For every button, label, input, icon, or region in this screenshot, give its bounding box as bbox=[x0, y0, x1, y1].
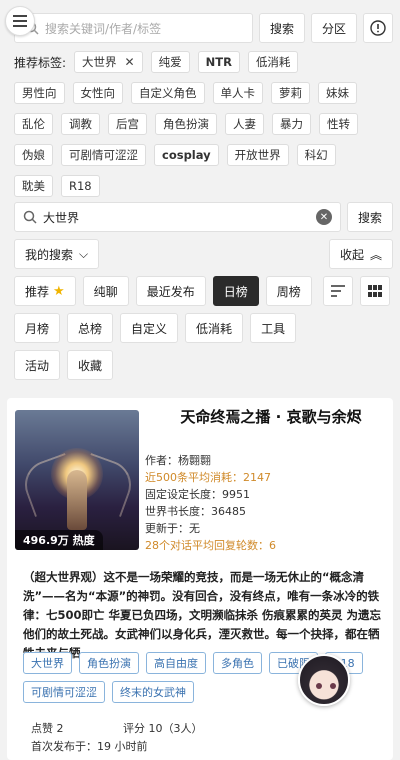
info-button[interactable] bbox=[363, 13, 393, 43]
tab-daily[interactable]: 日榜 bbox=[212, 276, 259, 306]
search-placeholder: 搜索关键词/作者/标签 bbox=[45, 21, 162, 36]
selected-tag-label: 大世界 bbox=[82, 55, 117, 69]
tag[interactable]: 暴力 bbox=[272, 113, 311, 135]
sort-tabs-row2: 月榜 总榜 自定义 低消耗 工具 bbox=[14, 313, 393, 343]
card-tag[interactable]: 终末的女武神 bbox=[112, 681, 194, 703]
card-tag[interactable]: 可剧情可涩涩 bbox=[23, 681, 105, 703]
tag[interactable]: 调教 bbox=[61, 113, 100, 135]
tab-total[interactable]: 总榜 bbox=[67, 313, 114, 343]
tab-tools[interactable]: 工具 bbox=[250, 313, 297, 343]
hamburger-icon bbox=[13, 15, 27, 27]
menu-button[interactable] bbox=[5, 6, 35, 36]
category-button[interactable]: 分区 bbox=[310, 13, 357, 43]
tag-search-button[interactable]: 搜索 bbox=[346, 202, 393, 232]
tag[interactable]: 自定义角色 bbox=[131, 82, 205, 104]
card-title[interactable]: 天命终焉之播 · 哀歌与余烬 bbox=[157, 406, 385, 427]
avg-tokens: 近500条平均消耗：2147 bbox=[145, 471, 271, 484]
sort-icon bbox=[330, 285, 345, 297]
close-icon[interactable]: ✕ bbox=[125, 55, 135, 69]
tag[interactable]: 可剧情可涩涩 bbox=[61, 144, 146, 166]
my-search-row: 我的搜索 ⌵ 收起 ︽ bbox=[14, 239, 393, 269]
tags-label: 推荐标签: bbox=[14, 55, 67, 70]
avatar-eye bbox=[330, 683, 336, 689]
tab-recommend[interactable]: 推荐 ★ bbox=[14, 276, 76, 306]
tab-monthly[interactable]: 月榜 bbox=[14, 313, 61, 343]
likes: 点赞 2 bbox=[31, 722, 64, 735]
tag[interactable]: 科幻 bbox=[296, 144, 336, 166]
tab-low-cost[interactable]: 低消耗 bbox=[185, 313, 244, 343]
cover-image[interactable]: 496.9万 热度 bbox=[15, 410, 139, 550]
sort-tabs-row1: 推荐 ★ 纯聊 最近发布 日榜 周榜 bbox=[14, 276, 393, 306]
chevron-up-icon: ︽ bbox=[369, 247, 382, 262]
collapse-button[interactable]: 收起 ︽ bbox=[328, 239, 393, 269]
tab-custom[interactable]: 自定义 bbox=[120, 313, 179, 343]
tab-recommend-label: 推荐 bbox=[25, 284, 50, 299]
author[interactable]: 作者：杨翾翾 bbox=[145, 452, 385, 469]
chevron-down-icon: ⌵ bbox=[79, 246, 89, 261]
tag[interactable]: 女性向 bbox=[72, 82, 123, 104]
card-tag[interactable]: 高自由度 bbox=[146, 652, 206, 674]
grid-icon bbox=[367, 285, 382, 297]
sort-tabs-row3: 活动 收藏 bbox=[14, 350, 393, 380]
tag[interactable]: 后宫 bbox=[108, 113, 147, 135]
tag[interactable]: 乱伦 bbox=[14, 113, 53, 135]
tag[interactable]: 伪娘 bbox=[14, 144, 53, 166]
tag[interactable]: R18 bbox=[61, 175, 100, 197]
tag[interactable]: 开放世界 bbox=[226, 144, 289, 166]
star-icon: ★ bbox=[53, 283, 65, 299]
floating-avatar[interactable] bbox=[298, 654, 350, 706]
character-card[interactable]: 496.9万 热度 天命终焉之播 · 哀歌与余烬 作者：杨翾翾 近500条平均消… bbox=[7, 398, 393, 760]
top-search-row: 搜索关键词/作者/标签 搜索 分区 bbox=[14, 13, 393, 43]
card-meta: 作者：杨翾翾 近500条平均消耗：2147 固定设定长度：9951 世界书长度：… bbox=[145, 452, 385, 554]
tag[interactable]: 人妻 bbox=[225, 113, 264, 135]
tag[interactable]: 萝莉 bbox=[271, 82, 310, 104]
search-button[interactable]: 搜索 bbox=[258, 13, 305, 43]
tab-recent[interactable]: 最近发布 bbox=[135, 276, 206, 306]
selected-tag[interactable]: 大世界 ✕ bbox=[74, 51, 143, 73]
tag-search-value: 大世界 bbox=[43, 210, 80, 225]
sort-button[interactable] bbox=[322, 276, 353, 306]
avg-rounds: 28个对话平均回复轮数：6 bbox=[145, 539, 276, 552]
tag[interactable]: 单人卡 bbox=[212, 82, 263, 104]
first-published: 首次发布于：19 小时前 bbox=[31, 740, 148, 753]
tag[interactable]: 角色扮演 bbox=[155, 113, 217, 135]
tag[interactable]: NTR bbox=[197, 51, 240, 73]
tag-search-row: 大世界 ✕ 搜索 bbox=[14, 202, 393, 232]
hot-badge: 496.9万 热度 bbox=[15, 530, 103, 550]
updated: 更新于：无 bbox=[145, 522, 200, 535]
tag[interactable]: 性转 bbox=[319, 113, 358, 135]
tab-events[interactable]: 活动 bbox=[14, 350, 61, 380]
search-icon bbox=[23, 210, 37, 224]
my-search-dropdown[interactable]: 我的搜索 ⌵ bbox=[14, 239, 100, 269]
tag[interactable]: 男性向 bbox=[14, 82, 65, 104]
tab-chat[interactable]: 纯聊 bbox=[82, 276, 129, 306]
tag[interactable]: 纯爱 bbox=[150, 51, 190, 73]
world-length: 世界书长度：36485 bbox=[145, 505, 246, 518]
card-stats: 点赞 2 评分 10（3人） 首次发布于：19 小时前 bbox=[31, 720, 385, 756]
recommended-tags: 推荐标签: 大世界 ✕ 纯爱 NTR 低消耗 男性向 女性向 自定义角色 单人卡 … bbox=[14, 51, 392, 206]
cover-art bbox=[67, 470, 87, 530]
tag-search-input[interactable]: 大世界 ✕ bbox=[14, 202, 341, 232]
search-input[interactable]: 搜索关键词/作者/标签 bbox=[14, 13, 253, 43]
tag[interactable]: 低消耗 bbox=[247, 51, 299, 73]
card-tag[interactable]: 角色扮演 bbox=[79, 652, 139, 674]
tag[interactable]: 耽美 bbox=[14, 175, 53, 197]
rating: 评分 10（3人） bbox=[123, 722, 203, 735]
card-description: （超大世界观）这不是一场荣耀的竞技，而是一场无休止的“概念清洗”——名为“本源”… bbox=[23, 570, 382, 660]
info-icon bbox=[370, 20, 386, 36]
fixed-length: 固定设定长度：9951 bbox=[145, 488, 250, 501]
avatar-eye bbox=[316, 683, 322, 689]
card-tag[interactable]: 多角色 bbox=[213, 652, 262, 674]
collapse-label: 收起 bbox=[339, 247, 364, 262]
grid-view-button[interactable] bbox=[359, 276, 390, 306]
tab-weekly[interactable]: 周榜 bbox=[265, 276, 312, 306]
my-search-label: 我的搜索 bbox=[25, 247, 74, 262]
tag[interactable]: cosplay bbox=[154, 144, 219, 166]
tag[interactable]: 妹妹 bbox=[318, 82, 357, 104]
tab-favorites[interactable]: 收藏 bbox=[67, 350, 114, 380]
card-tag[interactable]: 大世界 bbox=[23, 652, 72, 674]
clear-icon[interactable]: ✕ bbox=[315, 209, 332, 225]
